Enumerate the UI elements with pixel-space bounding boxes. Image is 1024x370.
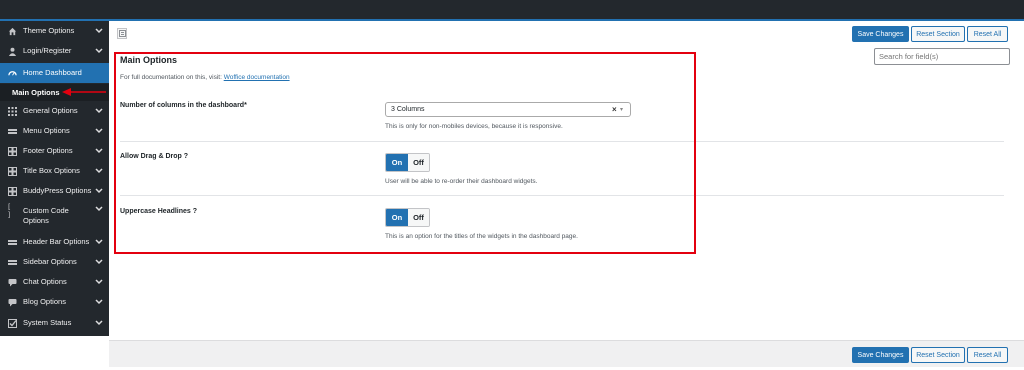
sidebar-item-label: General Options [23, 106, 78, 115]
expand-panel-icon[interactable] [117, 28, 127, 39]
sidebar-item-label: Sidebar Options [23, 257, 77, 266]
sidebar-item-label: Header Bar Options [23, 237, 90, 246]
highlight-annotation-box [114, 52, 696, 254]
reset-all-button-bottom[interactable]: Reset All [967, 347, 1008, 363]
chevron-down-icon [95, 259, 105, 265]
sidebar-item-label: Title Box Options [23, 166, 80, 175]
sidebar-item-label: Blog Options [23, 297, 66, 306]
dashboard-icon [7, 68, 17, 78]
chat-icon [7, 297, 17, 307]
sidebar-item-theme-options[interactable]: Theme Options [0, 21, 109, 41]
layout-icon [7, 166, 17, 176]
chevron-down-icon [95, 299, 105, 305]
sidebar-item-custom-code-options[interactable]: [ ] Custom Code Options [0, 201, 109, 229]
sidebar-item-menu-options[interactable]: Menu Options [0, 121, 109, 141]
bracket-icon: [ ] [7, 203, 12, 219]
sidebar-item-chat-options[interactable]: Chat Options [0, 272, 109, 292]
sidebar-item-blog-options[interactable]: Blog Options [0, 292, 109, 312]
sidebar-footer-spacer [0, 336, 109, 370]
sidebar-item-label: Theme Options [23, 26, 75, 35]
sidebar-item-general-options[interactable]: General Options [0, 101, 109, 121]
chevron-down-icon [95, 206, 105, 212]
reset-section-button[interactable]: Reset Section [911, 26, 965, 42]
sidebar-item-label: System Status [23, 318, 72, 327]
chevron-down-icon [95, 279, 105, 285]
grid-icon [7, 106, 17, 116]
save-changes-button-bottom[interactable]: Save Changes [852, 347, 909, 363]
chevron-down-icon [95, 108, 105, 114]
chevron-down-icon [95, 239, 105, 245]
sidebar-item-label: Home Dashboard [23, 68, 82, 77]
chevron-down-icon [95, 188, 105, 194]
red-arrow-annotation [62, 88, 106, 96]
save-changes-button[interactable]: Save Changes [852, 26, 909, 42]
menu-icon [7, 257, 17, 267]
chevron-down-icon [95, 148, 105, 154]
sidebar-item-buddypress-options[interactable]: BuddyPress Options [0, 181, 109, 201]
chevron-down-icon [95, 48, 105, 54]
sidebar-item-label: Custom Code Options [23, 206, 69, 225]
layout-icon [7, 146, 17, 156]
sidebar-item-label: BuddyPress Options [23, 186, 92, 195]
sidebar-item-login-register[interactable]: Login/Register [0, 41, 109, 61]
chevron-down-icon [95, 168, 105, 174]
user-icon [7, 46, 17, 56]
menu-icon [7, 126, 17, 136]
menu-icon [7, 237, 17, 247]
checkbox-icon [7, 318, 17, 328]
sidebar-subitem-label: Main Options [12, 88, 60, 97]
layout-icon [7, 186, 17, 196]
sidebar-item-sidebar-options[interactable]: Sidebar Options [0, 252, 109, 272]
sidebar-item-footer-options[interactable]: Footer Options [0, 141, 109, 161]
sidebar-item-header-bar-options[interactable]: Header Bar Options [0, 232, 109, 252]
chat-icon [7, 277, 17, 287]
sidebar-item-label: Footer Options [23, 146, 73, 155]
search-input[interactable] [874, 48, 1010, 65]
sidebar-item-label: Menu Options [23, 126, 70, 135]
sidebar-item-title-box-options[interactable]: Title Box Options [0, 161, 109, 181]
sidebar-item-system-status[interactable]: System Status [0, 313, 109, 333]
chevron-down-icon [95, 128, 105, 134]
house-icon [7, 26, 17, 36]
options-sidebar: Theme Options Login/Register Home Dashbo… [0, 21, 109, 336]
reset-section-button-bottom[interactable]: Reset Section [911, 347, 965, 363]
sidebar-item-label: Chat Options [23, 277, 67, 286]
chevron-down-icon [95, 320, 105, 326]
reset-all-button[interactable]: Reset All [967, 26, 1008, 42]
admin-top-bar [0, 0, 1024, 20]
sidebar-item-home-dashboard[interactable]: Home Dashboard [0, 63, 109, 83]
sidebar-item-label: Login/Register [23, 46, 72, 55]
chevron-down-icon [95, 28, 105, 34]
